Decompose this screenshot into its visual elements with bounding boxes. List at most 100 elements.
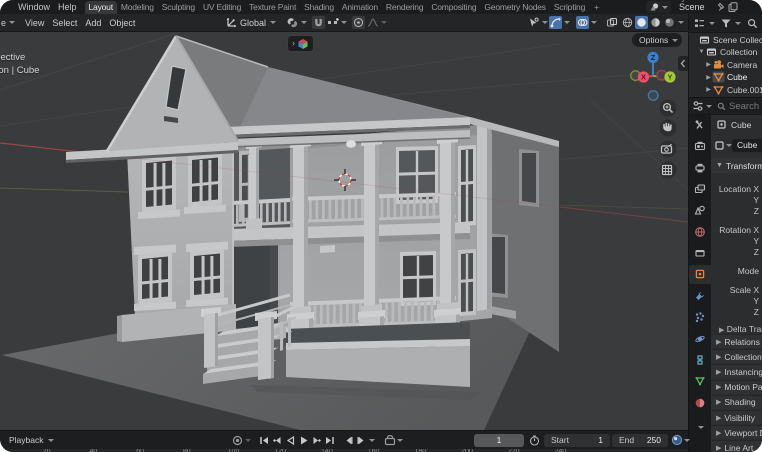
shading-wireframe-icon[interactable] [621,16,634,29]
chevron-down-icon[interactable] [300,19,307,26]
jump-to-start-button[interactable] [258,433,271,447]
workspace-tab-animation[interactable]: Animation [338,1,382,14]
snap-magnet-icon[interactable] [286,16,299,29]
previous-keyframe-button[interactable] [271,433,284,447]
scene-browse-button[interactable] [646,1,671,13]
properties-tab-material[interactable] [689,393,711,412]
step-forward-button[interactable] [355,433,368,447]
add-workspace-button[interactable]: + [589,1,604,14]
chevron-down-icon[interactable] [683,437,690,444]
properties-tab-scene[interactable] [689,201,711,220]
auto-keyframe-button[interactable] [231,433,244,447]
collapse-icon[interactable]: ▼ [698,49,705,55]
workspace-tab-uv-editing[interactable]: UV Editing [199,1,245,14]
topbar-menu-window[interactable]: Window [14,0,54,14]
properties-tab-object[interactable] [689,265,711,284]
options-dropdown[interactable]: Options [632,33,682,47]
section-relations[interactable]: ▶Relations [711,334,762,348]
viewport-menu-add[interactable]: Add [81,18,105,28]
gizmo-z-neg-ball[interactable] [648,91,658,101]
mode-dropdown-clipped[interactable]: e [0,18,8,28]
shading-solid-icon[interactable] [635,16,648,29]
jump-to-end-button[interactable] [323,433,336,447]
workspace-tab-layout[interactable]: Layout [85,1,117,14]
play-reverse-button[interactable] [284,433,297,447]
snap-target-icon[interactable] [326,16,339,29]
frame-start-field[interactable]: Start 1 [544,434,610,447]
properties-tab-constraints[interactable] [689,350,711,369]
chevron-down-icon[interactable] [340,19,347,26]
properties-tab-render[interactable] [689,137,711,156]
viewport-menu-object[interactable]: Object [105,18,139,28]
camera-view-button[interactable] [660,141,677,158]
properties-tab-viewlayer[interactable] [689,180,711,199]
xray-toggle[interactable] [605,16,618,29]
chevron-down-icon[interactable] [705,103,712,110]
properties-tab-physics[interactable] [689,329,711,348]
properties-tab-collection[interactable] [689,244,711,263]
visibility-dropdown[interactable] [527,16,548,29]
snap-toggle-icon[interactable] [312,16,325,29]
outliner-item-camera[interactable]: ▶Camera [689,58,762,71]
workspace-tab-texture-paint[interactable]: Texture Paint [245,1,300,14]
workspace-tab-modeling[interactable]: Modeling [117,1,158,14]
workspace-tab-compositing[interactable]: Compositing [427,1,480,14]
chevron-down-icon[interactable] [396,437,403,444]
search-icon[interactable] [747,18,758,29]
viewport-3d[interactable]: XYZ › Options User Perspective (1) Colle… [0,32,688,430]
scene-name[interactable]: Scene [673,2,715,12]
properties-tab-tool[interactable] [689,116,711,135]
playback-menu[interactable]: Playback [0,435,47,445]
section-visibility[interactable]: ▶Visibility [711,410,762,424]
workspace-tab-rendering[interactable]: Rendering [382,1,427,14]
proportional-edit-icon[interactable] [352,16,365,29]
pan-button[interactable] [660,120,677,137]
chevron-down-icon[interactable] [677,19,684,26]
section-instancing[interactable]: ▶Instancing [711,364,762,378]
gizmo-z-label[interactable]: Z [651,53,656,62]
properties-tabs-scroll-down[interactable] [689,418,711,437]
gizmos-toggle[interactable] [549,16,570,29]
shading-rendered-icon[interactable] [663,16,676,29]
properties-editor-icon[interactable] [692,100,704,112]
object-name-field[interactable]: Cube [732,139,762,152]
outliner-item-collection[interactable]: ▼Collection [689,46,762,59]
perspective-toggle-button[interactable] [660,162,677,179]
viewport-menu-view[interactable]: View [21,18,48,28]
outliner-display-mode-icon[interactable] [694,18,706,29]
properties-tab-data[interactable] [689,372,711,391]
outliner-item-cube-001[interactable]: ▶Cube.001 [689,83,762,96]
chevron-down-icon[interactable] [244,437,251,444]
pin-icon[interactable] [717,2,726,12]
expand-icon[interactable]: ▶ [705,61,712,68]
outliner-item-cube[interactable]: ▶Cube [689,71,762,84]
shading-material-icon[interactable] [649,16,662,29]
overlays-toggle[interactable] [576,16,597,29]
delta-transform-row[interactable]: ▶ Delta Transform [719,324,762,334]
gizmo-x-label[interactable]: X [641,73,646,82]
properties-tab-output[interactable] [689,158,711,177]
section-motion-paths[interactable]: ▶Motion Paths [711,380,762,394]
next-keyframe-button[interactable] [310,433,323,447]
transform-section-header[interactable]: ▼ Transform [711,158,762,173]
viewport-menu-select[interactable]: Select [48,18,81,28]
sidebar-collapse-tab[interactable] [678,56,688,71]
section-collections[interactable]: ▶Collections [711,349,762,363]
zoom-button[interactable] [660,100,677,117]
new-scene-icon[interactable] [728,2,738,13]
transform-orientation[interactable]: Global [226,17,276,28]
chevron-down-icon[interactable] [734,20,741,27]
keying-set-icon[interactable] [671,434,683,446]
section-viewport-display[interactable]: ▶Viewport Display [711,425,762,439]
expand-icon[interactable]: ▶ [705,86,712,93]
section-line-art[interactable]: ▶Line Art [711,440,762,452]
expand-icon[interactable]: ▶ [705,74,712,81]
tool-settings-pill[interactable]: › [287,35,314,52]
topbar-menu-help[interactable]: Help [54,0,81,14]
workspace-tab-shading[interactable]: Shading [300,1,338,14]
frame-end-field[interactable]: End 250 [612,434,668,447]
play-button[interactable] [297,433,310,447]
outliner-item-scene-collection[interactable]: Scene Collection [689,33,762,46]
gizmo-y-label[interactable]: Y [667,73,672,82]
playback-sync-button[interactable] [383,433,396,447]
